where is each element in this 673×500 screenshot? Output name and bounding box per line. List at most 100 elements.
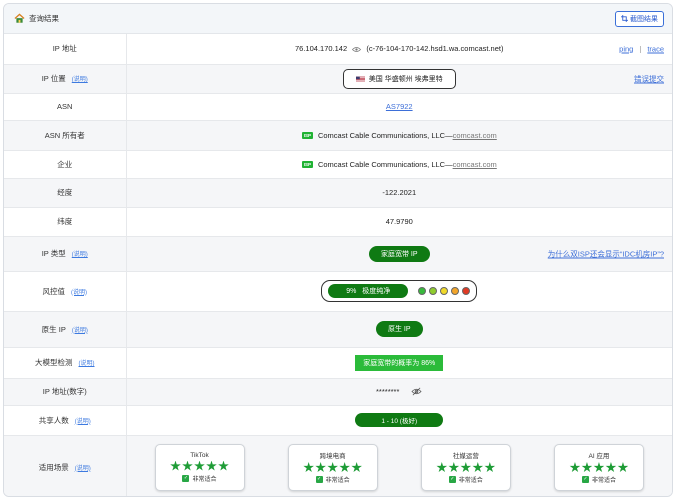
asn-owner-value: Comcast Cable Communications, LLC— — [317, 130, 453, 140]
risk-dot-3 — [440, 287, 449, 295]
check-icon: ✓ — [315, 476, 323, 483]
home-icon — [14, 13, 25, 23]
explain-link[interactable]: (说明) — [79, 361, 95, 367]
location-tools: 错误提交 — [634, 73, 664, 84]
explain-link[interactable]: (说明) — [75, 466, 91, 472]
row-label-cell: IP 类型 (说明) — [4, 236, 127, 272]
star-icon — [472, 462, 484, 473]
scene-suit-label: 非常适合 — [591, 478, 616, 484]
risk-cell: 9% 极度纯净 — [126, 271, 672, 312]
risk-dot-2 — [429, 287, 438, 295]
explain-link[interactable]: (说明) — [75, 419, 91, 425]
scene-suitability: ✓ 非常适合 — [315, 475, 350, 484]
row-label-cell: 共享人数 (说明) — [4, 405, 127, 436]
scene-card: AI 应用 ✓ 非常适合 — [553, 443, 644, 491]
result-header: 查询结果 截图结果 — [4, 4, 672, 34]
star-icon — [605, 462, 617, 473]
star-icon — [327, 462, 338, 473]
result-card: 查询结果 截图结果 IP 地址 76.104.170.142 (c-76-104… — [3, 3, 673, 497]
star-rating — [569, 462, 629, 473]
explain-link[interactable]: (说明) — [72, 252, 88, 258]
star-icon — [448, 462, 460, 473]
company-domain-link[interactable]: comcast.com — [453, 160, 497, 169]
eye-icon[interactable] — [352, 46, 362, 53]
row-label: IP 位置 — [41, 74, 66, 83]
risk-score-pill: 9% 极度纯净 — [328, 284, 409, 298]
explain-link[interactable]: (说明) — [72, 77, 88, 83]
scene-name: TikTok — [190, 451, 209, 459]
asn-owner-domain-link[interactable]: comcast.com — [453, 131, 497, 140]
row-label: 风控值 — [42, 286, 66, 296]
asn-link[interactable]: AS7922 — [386, 102, 413, 111]
star-icon — [218, 460, 229, 471]
star-rating — [303, 462, 362, 473]
star-icon — [182, 460, 193, 471]
row-label: 原生 IP — [41, 324, 66, 334]
row-latitude: 纬度 47.9790 — [4, 207, 672, 237]
risk-dot-1 — [418, 287, 427, 295]
star-icon — [581, 462, 593, 473]
row-label: 适用场景 — [38, 462, 69, 472]
scene-suit-label: 非常适合 — [325, 478, 350, 484]
latitude-value: 47.9790 — [126, 207, 672, 237]
row-location: IP 位置 (说明) 美国 华盛顿州 埃弗里特 错误提交 — [4, 64, 672, 94]
star-icon — [351, 462, 362, 473]
company-cell: ISP Comcast Cable Communications, LLC—com… — [126, 150, 672, 179]
scene-name: 跨境电商 — [319, 453, 346, 460]
row-longitude: 经度 -122.2021 — [4, 178, 672, 208]
check-icon: ✓ — [182, 474, 190, 482]
risk-score: 9% — [346, 288, 357, 295]
row-ip-numeric: IP 地址(数字) ******** — [4, 378, 672, 406]
row-label: 企业 — [4, 150, 127, 179]
scene-suitability: ✓ 非常适合 — [182, 474, 217, 483]
row-risk: 风控值 (说明) 9% 极度纯净 — [4, 271, 672, 312]
risk-dot-4 — [451, 287, 460, 295]
report-error-link[interactable]: 错误提交 — [634, 73, 664, 84]
scene-list: TikTok ✓ 非常适合 跨境电商 ✓ 非常适合 社媒运营 ✓ 非常适合 AI… — [127, 443, 673, 491]
scene-card: TikTok ✓ 非常适合 — [154, 443, 245, 491]
idc-question-link[interactable]: 为什么双ISP还会显示“IDC机房IP”? — [548, 248, 664, 259]
isp-badge: ISP — [301, 161, 313, 169]
row-native-ip: 原生 IP (说明) 原生 IP — [4, 311, 672, 348]
ip-tools: ping | trace — [619, 44, 664, 53]
ip-type-cell: 家庭宽带 IP 为什么双ISP还会显示“IDC机房IP”? — [126, 236, 672, 272]
star-icon — [484, 462, 496, 473]
explain-link[interactable]: (说明) — [71, 290, 87, 296]
ip-value-cell: 76.104.170.142 (c-76-104-170-142.hsd1.wa… — [126, 34, 672, 65]
location-cell: 美国 华盛顿州 埃弗里特 错误提交 — [126, 64, 672, 94]
star-icon — [593, 462, 605, 473]
ip-type-badge: 家庭宽带 IP — [368, 245, 430, 262]
row-label: 经度 — [4, 178, 127, 208]
star-rating — [436, 462, 496, 473]
page-title: 查询结果 — [29, 14, 59, 23]
star-icon — [170, 460, 181, 471]
row-label: 纬度 — [4, 207, 127, 237]
asn-owner-cell: ISP Comcast Cable Communications, LLC—com… — [126, 120, 672, 151]
row-asn: ASN AS7922 — [4, 93, 672, 121]
row-label: IP 类型 — [41, 249, 66, 258]
trace-link[interactable]: trace — [647, 44, 664, 53]
row-ip: IP 地址 76.104.170.142 (c-76-104-170-142.h… — [4, 34, 672, 65]
star-icon — [436, 462, 448, 473]
scene-card: 社媒运营 ✓ 非常适合 — [420, 443, 511, 491]
ip-address: 76.104.170.142 — [295, 44, 348, 54]
shared-cell: 1 - 10 (极好) — [126, 405, 672, 436]
ai-detect-cell: 家庭宽带的概率为 86% — [126, 347, 672, 379]
company-value: Comcast Cable Communications, LLC— — [317, 159, 453, 169]
eye-off-icon[interactable] — [411, 387, 423, 396]
scenes-cell: TikTok ✓ 非常适合 跨境电商 ✓ 非常适合 社媒运营 ✓ 非常适合 AI… — [126, 435, 673, 496]
ip-hostname: (c-76-104-170-142.hsd1.wa.comcast.net) — [366, 44, 504, 54]
ip-numeric-cell: ******** — [126, 378, 672, 406]
row-company: 企业 ISP Comcast Cable Communications, LLC—… — [4, 150, 672, 179]
header-title-group: 查询结果 — [14, 13, 59, 24]
shared-badge: 1 - 10 (极好) — [355, 413, 444, 427]
row-label-cell: 原生 IP (说明) — [4, 311, 127, 348]
result-table: IP 地址 76.104.170.142 (c-76-104-170-142.h… — [4, 34, 673, 496]
row-label: 共享人数 — [38, 415, 69, 425]
explain-link[interactable]: (说明) — [72, 328, 88, 334]
star-icon — [315, 462, 326, 473]
screenshot-button[interactable]: 截图结果 — [615, 10, 664, 27]
star-icon — [617, 462, 629, 473]
ping-link[interactable]: ping — [619, 44, 633, 53]
row-label: 大模型检测 — [35, 358, 73, 367]
